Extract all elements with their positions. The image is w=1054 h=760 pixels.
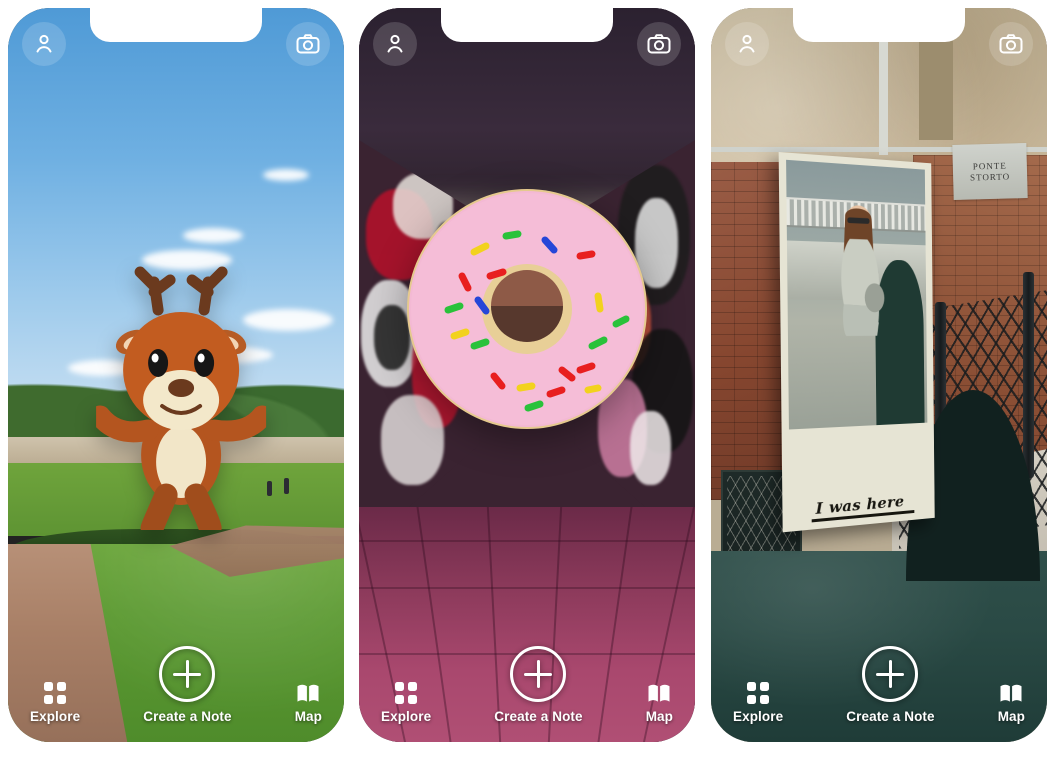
grid-icon (395, 682, 418, 704)
plus-circle-icon (159, 646, 216, 702)
nav-create-note[interactable]: Create a Note (494, 646, 583, 724)
nav-explore-label: Explore (733, 709, 784, 724)
map-book-icon (648, 684, 670, 702)
profile-button[interactable] (725, 22, 769, 66)
bottom-nav-bar: Explore Create a Note Map (8, 634, 344, 742)
railing-post (1022, 272, 1034, 478)
nav-create-label: Create a Note (143, 709, 232, 724)
street-sign-line2: STORTO (969, 170, 1011, 182)
nav-map-label: Map (997, 709, 1025, 724)
bottom-nav-bar: Explore Create a Note Map (359, 634, 695, 742)
phone-screen-tunnel: Explore Create a Note Map (359, 8, 695, 742)
nav-map[interactable]: Map (646, 683, 673, 724)
nav-explore[interactable]: Explore (381, 682, 431, 724)
top-bar (8, 22, 344, 68)
top-bar (359, 22, 695, 68)
street-sign: PONTE STORTO (952, 142, 1028, 200)
camera-button[interactable] (989, 22, 1033, 66)
profile-icon (36, 34, 52, 53)
camera-icon (999, 34, 1023, 54)
nav-create-label: Create a Note (846, 709, 935, 724)
polaroid-photo (785, 160, 927, 430)
deer-character-icon (96, 266, 267, 531)
camera-icon (647, 34, 671, 54)
phone-screen-park: Explore Create a Note Map (8, 8, 344, 742)
nav-map-label: Map (645, 709, 673, 724)
profile-button[interactable] (22, 22, 66, 66)
nav-explore[interactable]: Explore (733, 682, 783, 724)
ar-camera-view-park (8, 8, 344, 742)
nav-explore-label: Explore (381, 709, 432, 724)
grid-icon (44, 682, 67, 704)
polaroid-note[interactable]: I was here (778, 152, 934, 533)
ar-camera-view-venice: PONTE STORTO I was here (711, 8, 1047, 742)
pedestrian (266, 481, 272, 497)
map-book-icon (297, 684, 319, 702)
nav-create-note[interactable]: Create a Note (846, 646, 935, 724)
bottom-nav-bar: Explore Create a Note Map (711, 634, 1047, 742)
camera-icon (296, 34, 320, 54)
profile-button[interactable] (373, 22, 417, 66)
grid-icon (747, 682, 770, 704)
person-in-photo-icon (839, 205, 884, 337)
nav-explore[interactable]: Explore (30, 682, 80, 724)
nav-explore-label: Explore (30, 709, 81, 724)
map-book-icon (1000, 684, 1022, 702)
street-sign-line1: PONTE (972, 160, 1007, 172)
profile-icon (387, 34, 403, 53)
nav-map-label: Map (294, 709, 322, 724)
plus-circle-icon (510, 646, 567, 702)
screenshot-board: Explore Create a Note Map Explore Create… (0, 0, 1054, 760)
nav-create-label: Create a Note (494, 709, 583, 724)
camera-button[interactable] (637, 22, 681, 66)
nav-create-note[interactable]: Create a Note (143, 646, 232, 724)
pedestrian (283, 477, 289, 494)
camera-button[interactable] (286, 22, 330, 66)
nav-map[interactable]: Map (295, 683, 322, 724)
phone-screen-venice: PONTE STORTO I was here Explore Create a… (711, 8, 1047, 742)
nav-map[interactable]: Map (998, 683, 1025, 724)
profile-icon (739, 34, 755, 53)
donut-character-icon (407, 188, 647, 429)
plus-circle-icon (862, 646, 919, 702)
top-bar (711, 22, 1047, 68)
ar-camera-view-tunnel (359, 8, 695, 742)
